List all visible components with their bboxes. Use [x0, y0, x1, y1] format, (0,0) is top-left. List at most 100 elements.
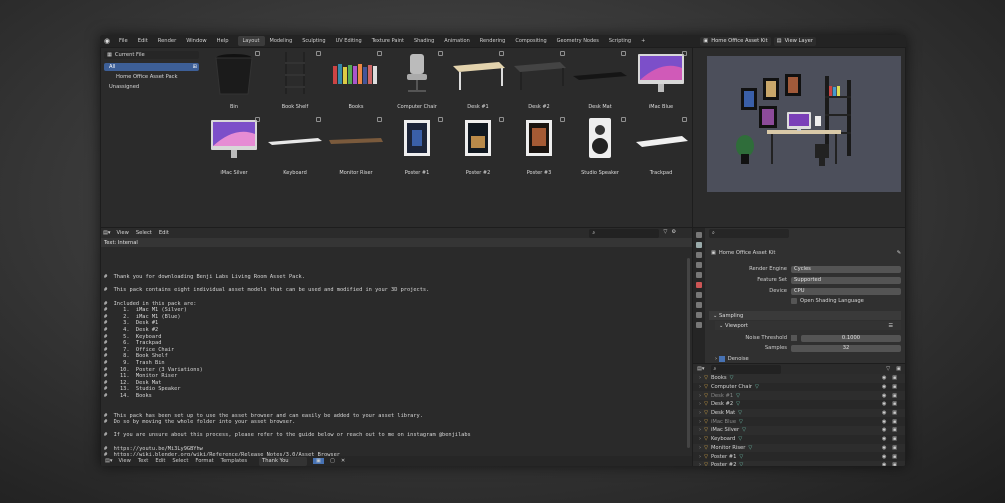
asset-tile[interactable]: Poster #2	[449, 116, 507, 178]
outliner-row[interactable]: › ▽ Desk #1 ▽ ◉ ▣	[693, 391, 905, 401]
visibility-icon[interactable]: ◉ ▣	[882, 384, 899, 390]
asset-tile[interactable]: Keyboard	[266, 116, 324, 178]
menu-file[interactable]: File	[114, 38, 133, 44]
expand-icon[interactable]: ›	[699, 393, 701, 399]
tab-sculpting[interactable]: Sculpting	[297, 36, 330, 46]
new-file-icon[interactable]: ▣	[313, 458, 324, 464]
scene-field[interactable]: ▣ Home Office Asset Kit	[700, 36, 771, 46]
props-search-field[interactable]: ⌕	[709, 229, 789, 238]
tab-modeling[interactable]: Modeling	[265, 36, 298, 46]
footer-menu-templates[interactable]: Templates	[221, 458, 247, 464]
world-tab-icon[interactable]	[696, 282, 702, 288]
catalog-item[interactable]: All ⊞	[104, 63, 199, 71]
expand-icon[interactable]: ›	[699, 410, 701, 416]
tab-compositing[interactable]: Compositing	[510, 36, 551, 46]
visibility-icon[interactable]: ◉ ▣	[882, 454, 899, 460]
particles-tab-icon[interactable]	[696, 312, 702, 318]
footer-menu-text[interactable]: Text	[138, 458, 149, 464]
text-file-field[interactable]: Thank You	[259, 456, 308, 466]
tab-layout[interactable]: Layout	[237, 36, 265, 46]
outliner-search[interactable]: ⌕	[710, 364, 781, 374]
menu-window[interactable]: Window	[181, 38, 211, 44]
denoise-checkbox[interactable]	[718, 356, 725, 362]
physics-tab-icon[interactable]	[696, 322, 702, 328]
visibility-icon[interactable]: ◉ ▣	[882, 419, 899, 425]
tab--[interactable]: +	[636, 36, 650, 46]
visibility-icon[interactable]: ◉ ▣	[882, 410, 899, 416]
asset-tile[interactable]: Books	[327, 50, 385, 112]
menu-edit[interactable]: Edit	[133, 38, 153, 44]
outliner-row[interactable]: › ▽ Desk #2 ▽ ◉ ▣	[693, 400, 905, 409]
outliner-row[interactable]: › ▽ Monitor Riser ▽ ◉ ▣	[693, 443, 905, 453]
expand-icon[interactable]: ›	[699, 375, 701, 381]
outliner-row[interactable]: › ▽ Computer Chair ▽ ◉ ▣	[693, 383, 905, 392]
outliner-row[interactable]: › ▽ Books ▽ ◉ ▣	[693, 374, 905, 383]
visibility-icon[interactable]: ◉ ▣	[882, 393, 899, 399]
asset-tile[interactable]: Desk #1	[449, 50, 507, 112]
menu-help[interactable]: Help	[212, 38, 234, 44]
tab-rendering[interactable]: Rendering	[475, 36, 511, 46]
modifier-tab-icon[interactable]	[696, 302, 702, 308]
outliner-filter-icon[interactable]: ▽	[886, 366, 890, 372]
asset-tile[interactable]: iMac Silver	[205, 116, 263, 178]
render-tab-icon[interactable]	[696, 242, 702, 248]
outliner-row[interactable]: › ▽ Poster #2 ▽ ◉ ▣	[693, 460, 905, 466]
sampling-panel-header[interactable]: ⌄ Sampling	[709, 311, 901, 320]
expand-icon[interactable]: ›	[699, 427, 701, 433]
expand-icon[interactable]: ›	[699, 462, 701, 466]
expand-icon[interactable]: ›	[699, 401, 701, 407]
asset-tile[interactable]: Book Shelf	[266, 50, 324, 112]
asset-tile[interactable]: Poster #1	[388, 116, 446, 178]
tab-geometry-nodes[interactable]: Geometry Nodes	[552, 36, 604, 46]
outliner-row[interactable]: › ▽ Desk Mat ▽ ◉ ▣	[693, 408, 905, 418]
outliner-type-icon[interactable]: ▤▾	[697, 366, 705, 372]
asset-tile[interactable]: Desk Mat	[571, 50, 629, 112]
scene-tab-icon[interactable]	[696, 272, 702, 278]
tab-animation[interactable]: Animation	[439, 36, 475, 46]
footer-menu-format[interactable]: Format	[195, 458, 213, 464]
copy-file-icon[interactable]: ▢	[330, 458, 335, 464]
asset-tile[interactable]: iMac Blue	[632, 50, 690, 112]
output-tab-icon[interactable]	[696, 252, 702, 258]
filter-icon[interactable]: ▽	[663, 229, 667, 238]
visibility-icon[interactable]: ◉ ▣	[882, 427, 899, 433]
visibility-icon[interactable]: ◉ ▣	[882, 445, 899, 451]
expand-icon[interactable]: ›	[699, 445, 701, 451]
visibility-icon[interactable]: ◉ ▣	[882, 462, 899, 466]
asset-tile[interactable]: Monitor Riser	[327, 116, 385, 178]
noise-threshold-field[interactable]: 0.1000	[801, 334, 901, 342]
expand-icon[interactable]: ›	[699, 454, 701, 460]
text-menu-select[interactable]: Select	[136, 230, 152, 236]
footer-menu-view[interactable]: View	[119, 458, 131, 464]
expand-icon[interactable]: ›	[699, 436, 701, 442]
denoise-expand-icon[interactable]: ›	[715, 356, 717, 362]
search-field[interactable]: ⌕	[589, 228, 660, 238]
render-engine-select[interactable]: Cycles	[791, 265, 901, 273]
tool-tab-icon[interactable]	[696, 232, 702, 238]
visibility-icon[interactable]: ◉ ▣	[882, 436, 899, 442]
tab-uv-editing[interactable]: UV Editing	[331, 36, 367, 46]
footer-menu-select[interactable]: Select	[172, 458, 188, 464]
object-tab-icon[interactable]	[696, 292, 702, 298]
gear-icon[interactable]: ⚙	[671, 229, 676, 238]
catalog-item[interactable]: Home Office Asset Pack	[104, 73, 199, 81]
close-file-icon[interactable]: ✕	[341, 458, 345, 464]
samples-field[interactable]: 32	[791, 344, 901, 352]
device-select[interactable]: CPU	[791, 287, 901, 295]
asset-tile[interactable]: Desk #2	[510, 50, 568, 112]
list-icon[interactable]: ☰	[888, 323, 893, 329]
blender-logo-icon[interactable]: ◉	[100, 35, 114, 47]
asset-tile[interactable]: Poster #3	[510, 116, 568, 178]
outliner-row[interactable]: › ▽ iMac Blue ▽ ◉ ▣	[693, 417, 905, 426]
text-scrollbar[interactable]	[687, 258, 690, 448]
expand-icon[interactable]: ›	[699, 384, 701, 390]
asset-tile[interactable]: Bin	[205, 50, 263, 112]
menu-render[interactable]: Render	[153, 38, 181, 44]
osl-checkbox[interactable]	[791, 298, 797, 304]
catalog-item[interactable]: Unassigned	[104, 83, 199, 91]
library-dropdown[interactable]: ▦ Current File	[104, 51, 199, 59]
outliner-row[interactable]: › ▽ Poster #1 ▽ ◉ ▣	[693, 452, 905, 461]
text-menu-edit[interactable]: Edit	[159, 230, 169, 236]
view-layer-tab-icon[interactable]	[696, 262, 702, 268]
noise-threshold-checkbox[interactable]	[791, 335, 797, 341]
